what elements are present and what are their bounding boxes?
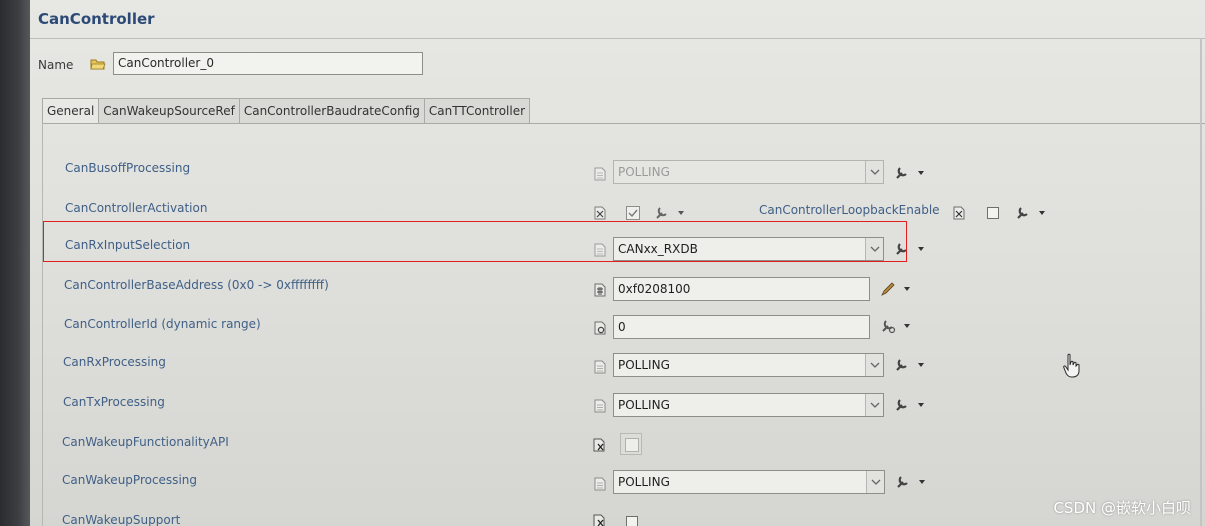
document-x-icon — [593, 514, 605, 526]
document-number-icon — [594, 283, 606, 297]
document-x-icon — [953, 206, 965, 220]
document-gear-icon — [594, 321, 606, 335]
tab-bar: General CanWakeupSourceRef CanController… — [42, 98, 531, 124]
content-border — [42, 123, 43, 526]
tx-processing-select[interactable]: POLLING — [613, 393, 884, 417]
hand-cursor-icon — [1063, 353, 1080, 378]
chevron-down-icon[interactable] — [865, 394, 883, 416]
highlight-box — [43, 221, 907, 262]
title-divider — [30, 38, 1205, 39]
busoff-value: POLLING — [618, 165, 670, 179]
document-icon — [594, 399, 606, 413]
left-dark-edge — [0, 0, 30, 526]
name-label: Name — [38, 58, 74, 72]
name-input[interactable]: CanController_0 — [113, 52, 423, 75]
tab-cancontrollerbaudrateconfig[interactable]: CanControllerBaudrateConfig — [238, 98, 425, 123]
scroll-edge — [1200, 38, 1202, 526]
tab-canwakeupsourceref[interactable]: CanWakeupSourceRef — [98, 98, 240, 123]
wakeup-support-checkbox[interactable] — [626, 516, 638, 526]
document-icon — [594, 360, 606, 374]
wrench-gear-menu-icon[interactable] — [880, 318, 912, 334]
activation-label: CanControllerActivation — [65, 201, 208, 215]
loopback-label: CanControllerLoopbackEnable — [759, 203, 940, 217]
controller-id-input[interactable]: 0 — [613, 315, 870, 339]
wrench-menu-icon[interactable] — [654, 205, 686, 221]
document-icon — [594, 167, 606, 181]
activation-checkbox[interactable] — [626, 206, 640, 220]
base-address-input[interactable]: 0xf0208100 — [613, 277, 870, 301]
tx-processing-label: CanTxProcessing — [63, 395, 165, 409]
busoff-select[interactable]: POLLING — [613, 160, 884, 184]
rx-processing-value: POLLING — [618, 358, 670, 372]
watermark: CSDN @嵌软小白呗 — [1053, 499, 1191, 517]
screen: CanController Name CanController_0 Gener… — [0, 0, 1205, 526]
loopback-checkbox[interactable] — [987, 207, 999, 219]
page-title: CanController — [38, 10, 155, 28]
document-x-icon — [593, 438, 605, 452]
wakeup-support-label: CanWakeupSupport — [62, 513, 181, 526]
folder-icon[interactable] — [90, 57, 106, 70]
document-x-icon — [594, 206, 606, 220]
document-icon — [594, 477, 606, 491]
tab-underline — [42, 123, 1205, 124]
wrench-menu-icon[interactable] — [895, 474, 927, 490]
controller-id-label: CanControllerId (dynamic range) — [64, 317, 261, 331]
wrench-menu-icon[interactable] — [1015, 205, 1047, 221]
rx-processing-select[interactable]: POLLING — [613, 353, 884, 377]
tx-processing-value: POLLING — [618, 398, 670, 412]
chevron-down-icon[interactable] — [866, 471, 884, 493]
wakeup-api-checkbox[interactable] — [620, 433, 642, 455]
wrench-menu-icon[interactable] — [894, 165, 926, 181]
wakeup-api-label: CanWakeupFunctionalityAPI — [62, 435, 229, 449]
tab-canttcontroller[interactable]: CanTTController — [423, 98, 531, 123]
pencil-menu-icon[interactable] — [880, 281, 912, 297]
tab-general[interactable]: General — [42, 98, 100, 124]
wakeup-processing-value: POLLING — [618, 475, 670, 489]
chevron-down-icon[interactable] — [865, 161, 883, 183]
base-address-label: CanControllerBaseAddress (0x0 -> 0xfffff… — [64, 278, 329, 292]
busoff-label: CanBusoffProcessing — [65, 161, 191, 175]
wrench-menu-icon[interactable] — [894, 397, 926, 413]
chevron-down-icon[interactable] — [865, 354, 883, 376]
rx-processing-label: CanRxProcessing — [63, 355, 166, 369]
wakeup-processing-label: CanWakeupProcessing — [62, 473, 197, 487]
wakeup-processing-select[interactable]: POLLING — [613, 470, 885, 494]
wrench-menu-icon[interactable] — [894, 357, 926, 373]
